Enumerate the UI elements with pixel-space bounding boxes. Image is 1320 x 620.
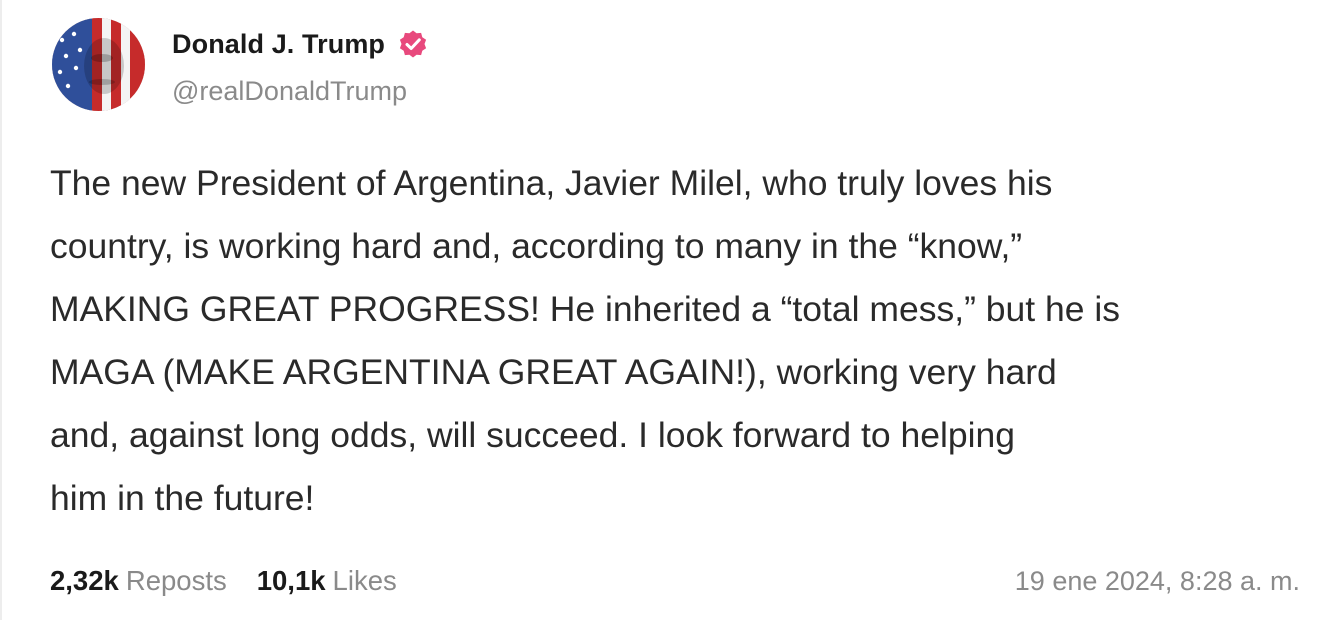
post-stats: 2,32k Reposts 10,1k Likes (50, 562, 397, 600)
likes-count: 10,1k (256, 565, 326, 596)
author-name-row: Donald J. Trump (172, 26, 429, 62)
post-timestamp[interactable]: 19 ene 2024, 8:28 a. m. (1015, 562, 1300, 600)
post-card: Donald J. Trump @realDonaldTrump The new… (0, 0, 1320, 620)
reposts-label: Reposts (125, 565, 227, 596)
avatar[interactable] (52, 18, 145, 111)
author-display-name[interactable]: Donald J. Trump (172, 29, 385, 60)
reposts-count: 2,32k (50, 565, 119, 596)
flag-portrait-avatar-icon (52, 18, 145, 111)
likes-stat[interactable]: 10,1k Likes (257, 565, 397, 597)
verified-badge-icon (397, 28, 429, 60)
author-handle[interactable]: @realDonaldTrump (172, 76, 407, 107)
post-text: The new President of Argentina, Javier M… (50, 163, 1120, 518)
reposts-stat[interactable]: 2,32k Reposts (50, 565, 227, 597)
likes-label: Likes (332, 565, 397, 596)
